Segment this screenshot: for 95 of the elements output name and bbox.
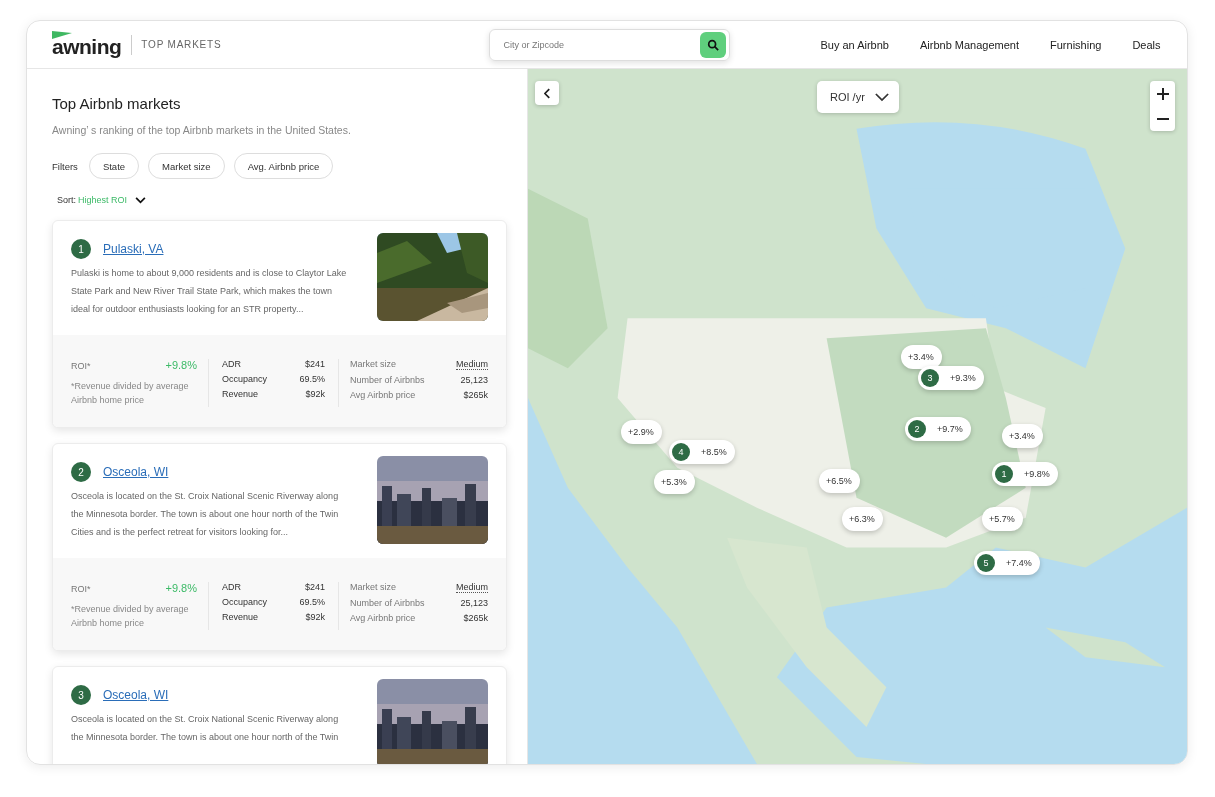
market-card[interactable]	[52, 220, 507, 428]
logo[interactable]: awning	[52, 34, 122, 59]
market-description: Osceola is located on the St. Croix National Scenic Riverway along the Minnesota border. The town is about one hour north of the Twin Cities and is the perfect retreat for visitors looking for...	[71, 490, 340, 539]
page-subtitle: Awning’ s ranking of the top Airbnb markets in the United States.	[52, 124, 352, 136]
stat-value: $265k	[463, 390, 488, 400]
chevron-left-icon	[543, 87, 551, 99]
stat-label: ADR	[222, 582, 241, 592]
back-button[interactable]	[535, 81, 559, 105]
roi-label: +2.9%	[627, 427, 654, 437]
filter-button[interactable]: Avg. Airbnb price	[233, 153, 334, 179]
map-marker[interactable]: 5 +7.4%	[974, 551, 1040, 575]
page-title: Top Airbnb markets	[52, 95, 182, 112]
market-description: Osceola is located on the St. Croix National Scenic Riverway along the Minnesota border. The town is about one hour north of the Twin	[71, 713, 340, 744]
stat-label: Market size	[350, 359, 396, 369]
roi-label: +3.4%	[1008, 431, 1035, 441]
stat-label: ADR	[222, 359, 241, 369]
stat-label: Market size	[350, 582, 396, 592]
stat-label: ROI*	[71, 584, 91, 594]
map-marker[interactable]: +6.3%	[842, 507, 883, 531]
filters-label: Filters	[52, 160, 78, 172]
map-marker[interactable]: +2.9%	[621, 420, 662, 444]
metric-dropdown[interactable]: ROI /yr	[817, 81, 899, 113]
roi-label: +6.3%	[848, 514, 875, 524]
roi-label: +3.4%	[907, 352, 934, 362]
stat-label: Number of Airbnbs	[350, 598, 425, 608]
roi-label: +5.3%	[660, 477, 687, 487]
sort-label: Sort:	[57, 195, 76, 205]
stat-value: Medium	[456, 359, 488, 370]
rank-badge: 4	[672, 443, 690, 461]
stat-label: Avg Airbnb price	[350, 390, 416, 400]
roi-label: +9.7%	[936, 424, 963, 434]
roi-value: +9.8%	[165, 359, 197, 371]
stat-value: 69.5%	[299, 597, 325, 607]
market-card[interactable]: 3 Osceola, WI Osceola is located on the St. Croix National Scenic Riverway along the Minnesota border. The town is about one hour north of the Twin	[52, 666, 507, 764]
roi-label: +6.5%	[825, 476, 852, 486]
map-marker[interactable]: +6.5%	[819, 469, 860, 493]
stat-label: Avg Airbnb price	[350, 613, 416, 623]
roi-label: +8.5%	[700, 447, 727, 457]
stat-label: Number of Airbnbs	[350, 375, 425, 385]
map-marker[interactable]: +5.7%	[982, 507, 1023, 531]
roi-value: +9.8%	[165, 582, 197, 594]
roi-label: +9.3%	[949, 373, 976, 383]
stat-value: 69.5%	[299, 374, 325, 384]
market-link[interactable]: Pulaski, VA	[103, 242, 164, 256]
plus-icon	[1156, 87, 1169, 100]
nav-link[interactable]: Buy an Airbnb	[820, 38, 889, 51]
chevron-down-icon[interactable]	[135, 196, 147, 204]
chevron-down-icon	[874, 92, 889, 102]
map-marker[interactable]: 3 +9.3%	[918, 366, 984, 390]
rank-badge: 2	[908, 420, 926, 438]
map-marker[interactable]: 2 +9.7%	[905, 417, 971, 441]
roi-label: +7.4%	[1005, 558, 1032, 568]
stat-value: 25,123	[460, 375, 488, 385]
stat-value: Medium	[456, 582, 488, 593]
rank-badge: 5	[977, 554, 995, 572]
market-description: Pulaski is home to about 9,000 residents and is close to Claytor Lake State Park and New River Trail State Park, which makes the town ideal for outdoor enthusiasts looking for an STR property...	[71, 267, 348, 316]
market-card[interactable]	[52, 443, 507, 651]
filter-button[interactable]: State	[88, 153, 140, 179]
stat-value: $241	[304, 582, 325, 592]
stat-label: Occupancy	[222, 597, 268, 607]
stat-value: $265k	[463, 613, 488, 623]
market-link[interactable]: Osceola, WI	[103, 465, 169, 479]
rank-badge: 3	[71, 685, 91, 705]
stat-value: 25,123	[460, 598, 488, 608]
stat-label: Occupancy	[222, 374, 268, 384]
search-button[interactable]	[700, 31, 727, 58]
stat-value: $92k	[305, 612, 325, 622]
stat-label: ROI*	[71, 361, 91, 371]
nav-link[interactable]: Deals	[1132, 38, 1161, 51]
stat-value: $92k	[305, 389, 325, 399]
rank-badge: 1	[71, 239, 91, 259]
search-icon	[707, 38, 720, 51]
search-field[interactable]: City or Zipcode	[489, 28, 731, 61]
footnote: *Revenue divided by average Airbnb home price	[71, 380, 190, 407]
map-marker[interactable]: +3.4%	[1002, 424, 1043, 448]
rank-badge: 3	[921, 369, 939, 387]
search-input[interactable]: City or Zipcode	[501, 28, 701, 61]
nav-link[interactable]: Furnishing	[1050, 38, 1102, 51]
filter-button[interactable]: Market size	[148, 153, 225, 179]
stat-value: $241	[304, 359, 325, 369]
rank-badge: 1	[995, 465, 1013, 483]
roi-label: +9.8%	[1023, 469, 1050, 479]
nav-link[interactable]: Airbnb Management	[919, 38, 1020, 51]
section-title: TOP MARKETS	[131, 34, 222, 55]
map-marker[interactable]: 1 +9.8%	[992, 462, 1058, 486]
roi-label: +5.7%	[988, 514, 1015, 524]
rank-badge: 2	[71, 462, 91, 482]
footnote: *Revenue divided by average Airbnb home price	[71, 603, 190, 630]
market-link[interactable]: Osceola, WI	[103, 688, 169, 702]
stat-label: Revenue	[222, 612, 259, 622]
minus-icon	[1156, 117, 1169, 120]
logo-flag-icon	[52, 30, 72, 39]
stat-label: Revenue	[222, 389, 259, 399]
map-marker[interactable]: 4 +8.5%	[669, 440, 735, 464]
map-marker[interactable]: +5.3%	[654, 470, 695, 494]
